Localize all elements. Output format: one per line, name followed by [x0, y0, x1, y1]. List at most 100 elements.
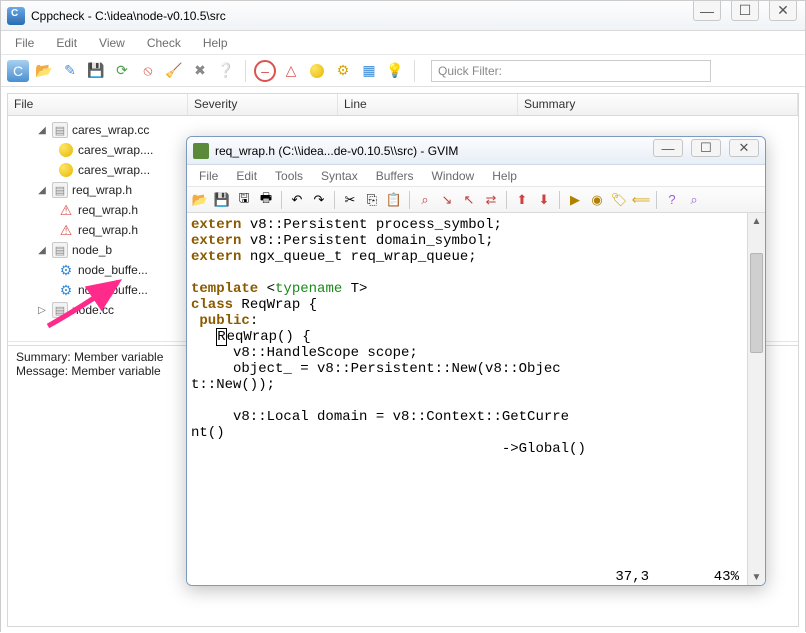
gvim-redo-icon[interactable]: ↷: [310, 191, 328, 209]
scroll-up-icon[interactable]: ▲: [748, 213, 765, 229]
filter-settings-icon[interactable]: ⚙: [332, 60, 354, 82]
file-icon: ▤: [52, 242, 68, 258]
gvim-shell-icon[interactable]: ◉: [588, 191, 606, 209]
col-header-line[interactable]: Line: [338, 94, 518, 115]
menu-file[interactable]: File: [5, 34, 44, 52]
gvim-title: req_wrap.h (C:\\idea...de-v0.10.5\\src) …: [215, 144, 458, 158]
tree-label: node.cc: [72, 303, 114, 317]
gvim-toolbar-sep: [559, 191, 560, 209]
menu-edit[interactable]: Edit: [46, 34, 87, 52]
gear-icon: ⚙: [58, 262, 74, 278]
main-menubar: File Edit View Check Help: [1, 31, 805, 55]
gvim-toolbar-sep: [281, 191, 282, 209]
gvim-maximize-button[interactable]: ☐: [691, 139, 721, 157]
toolbar-separator-2: [414, 60, 415, 82]
gvim-save-icon[interactable]: 💾: [213, 191, 231, 209]
gvim-menubar: File Edit Tools Syntax Buffers Window He…: [187, 165, 765, 187]
gvim-window[interactable]: req_wrap.h (C:\\idea...de-v0.10.5\\src) …: [186, 136, 766, 586]
warning-icon: ⚠: [58, 222, 74, 238]
gvim-scrollbar[interactable]: ▲ ▼: [747, 213, 765, 585]
file-icon: ▤: [52, 122, 68, 138]
style-ball-icon: [58, 142, 74, 158]
expander-icon[interactable]: ◢: [36, 184, 48, 196]
gvim-toolbar-sep: [656, 191, 657, 209]
expander-icon[interactable]: ▷: [36, 304, 48, 316]
gvim-load-icon[interactable]: ⬆: [513, 191, 531, 209]
gvim-toolbar-sep: [506, 191, 507, 209]
file-icon: ▤: [52, 302, 68, 318]
gvim-replace-icon[interactable]: ⇄: [482, 191, 500, 209]
tree-label: node_buffe...: [78, 263, 148, 277]
gvim-menu-file[interactable]: File: [191, 167, 226, 185]
expander-icon[interactable]: ◢: [36, 124, 48, 136]
columns-header: File Severity Line Summary: [8, 94, 798, 116]
gvim-app-icon: [193, 143, 209, 159]
gvim-cut-icon[interactable]: ✂: [341, 191, 359, 209]
gvim-toolbar-sep: [334, 191, 335, 209]
gvim-menu-window[interactable]: Window: [424, 167, 483, 185]
gvim-open-icon[interactable]: 📂: [191, 191, 209, 209]
gvim-menu-buffers[interactable]: Buffers: [368, 167, 422, 185]
gvim-menu-syntax[interactable]: Syntax: [313, 167, 366, 185]
gvim-findprev-icon[interactable]: ↖: [460, 191, 478, 209]
tree-label: node_b: [72, 243, 112, 257]
filter-error-icon[interactable]: –: [254, 60, 276, 82]
maximize-button[interactable]: ☐: [731, 1, 759, 21]
gear-icon: ⚙: [58, 282, 74, 298]
close-button[interactable]: ✕: [769, 1, 797, 21]
gvim-saveall-icon[interactable]: 🖫: [235, 191, 253, 209]
quick-filter-input[interactable]: Quick Filter:: [431, 60, 711, 82]
menu-help[interactable]: Help: [193, 34, 238, 52]
scroll-down-icon[interactable]: ▼: [748, 569, 765, 585]
main-toolbar: C 📂 ✎ 💾 ⟳ ⦸ 🧹 ✖ ❔ – △ ⚙ ▦ 💡 Quick Filter…: [1, 55, 805, 87]
gvim-minimize-button[interactable]: —: [653, 139, 683, 157]
refresh-icon[interactable]: ⟳: [111, 60, 133, 82]
gvim-tag-icon[interactable]: 🏷: [610, 191, 628, 209]
gvim-undo-icon[interactable]: ↶: [288, 191, 306, 209]
gvim-menu-help[interactable]: Help: [484, 167, 525, 185]
gvim-editor[interactable]: extern v8::Persistent process_symbol; ex…: [187, 213, 765, 586]
tree-label: node_buffe...: [78, 283, 148, 297]
tree-label: req_wrap.h: [72, 183, 132, 197]
open-file-icon[interactable]: ✎: [59, 60, 81, 82]
tree-label: cares_wrap.cc: [72, 123, 149, 137]
minimize-button[interactable]: —: [693, 1, 721, 21]
main-titlebar[interactable]: Cppcheck - C:\idea\node-v0.10.5\src — ☐ …: [1, 1, 805, 31]
info-icon[interactable]: ❔: [215, 60, 237, 82]
new-project-icon[interactable]: C: [7, 60, 29, 82]
gvim-make-icon[interactable]: ▶: [566, 191, 584, 209]
tree-label: req_wrap.h: [78, 223, 138, 237]
style-ball-icon: [58, 162, 74, 178]
menu-check[interactable]: Check: [137, 34, 191, 52]
gvim-find-icon[interactable]: ⌕: [416, 191, 434, 209]
save-icon[interactable]: 💾: [85, 60, 107, 82]
filter-hint-icon[interactable]: 💡: [384, 60, 406, 82]
gvim-copy-icon[interactable]: ⎘: [363, 191, 381, 209]
expander-icon[interactable]: ◢: [36, 244, 48, 256]
gvim-paste-icon[interactable]: 📋: [385, 191, 403, 209]
gvim-help-icon[interactable]: ?: [663, 191, 681, 209]
gvim-findnext-icon[interactable]: ↘: [438, 191, 456, 209]
filter-style-icon[interactable]: [306, 60, 328, 82]
col-header-summary[interactable]: Summary: [518, 94, 798, 115]
gvim-tagback-icon[interactable]: ⟸: [632, 191, 650, 209]
filter-warning-icon[interactable]: △: [280, 60, 302, 82]
stop-icon[interactable]: ⦸: [137, 60, 159, 82]
col-header-severity[interactable]: Severity: [188, 94, 338, 115]
clear-icon[interactable]: 🧹: [163, 60, 185, 82]
gvim-menu-tools[interactable]: Tools: [267, 167, 311, 185]
gvim-print-icon[interactable]: 🖶: [257, 191, 275, 209]
gvim-menu-edit[interactable]: Edit: [228, 167, 265, 185]
tree-label: cares_wrap...: [78, 163, 150, 177]
gvim-search-help-icon[interactable]: ⌕: [685, 191, 703, 209]
scroll-thumb[interactable]: [750, 253, 763, 353]
menu-view[interactable]: View: [89, 34, 135, 52]
gvim-save2-icon[interactable]: ⬇: [535, 191, 553, 209]
filter-performance-icon[interactable]: ▦: [358, 60, 380, 82]
gvim-titlebar[interactable]: req_wrap.h (C:\\idea...de-v0.10.5\\src) …: [187, 137, 765, 165]
gvim-close-button[interactable]: ✕: [729, 139, 759, 157]
tree-label: req_wrap.h: [78, 203, 138, 217]
col-header-file[interactable]: File: [8, 94, 188, 115]
settings-icon[interactable]: ✖: [189, 60, 211, 82]
open-folder-icon[interactable]: 📂: [33, 60, 55, 82]
